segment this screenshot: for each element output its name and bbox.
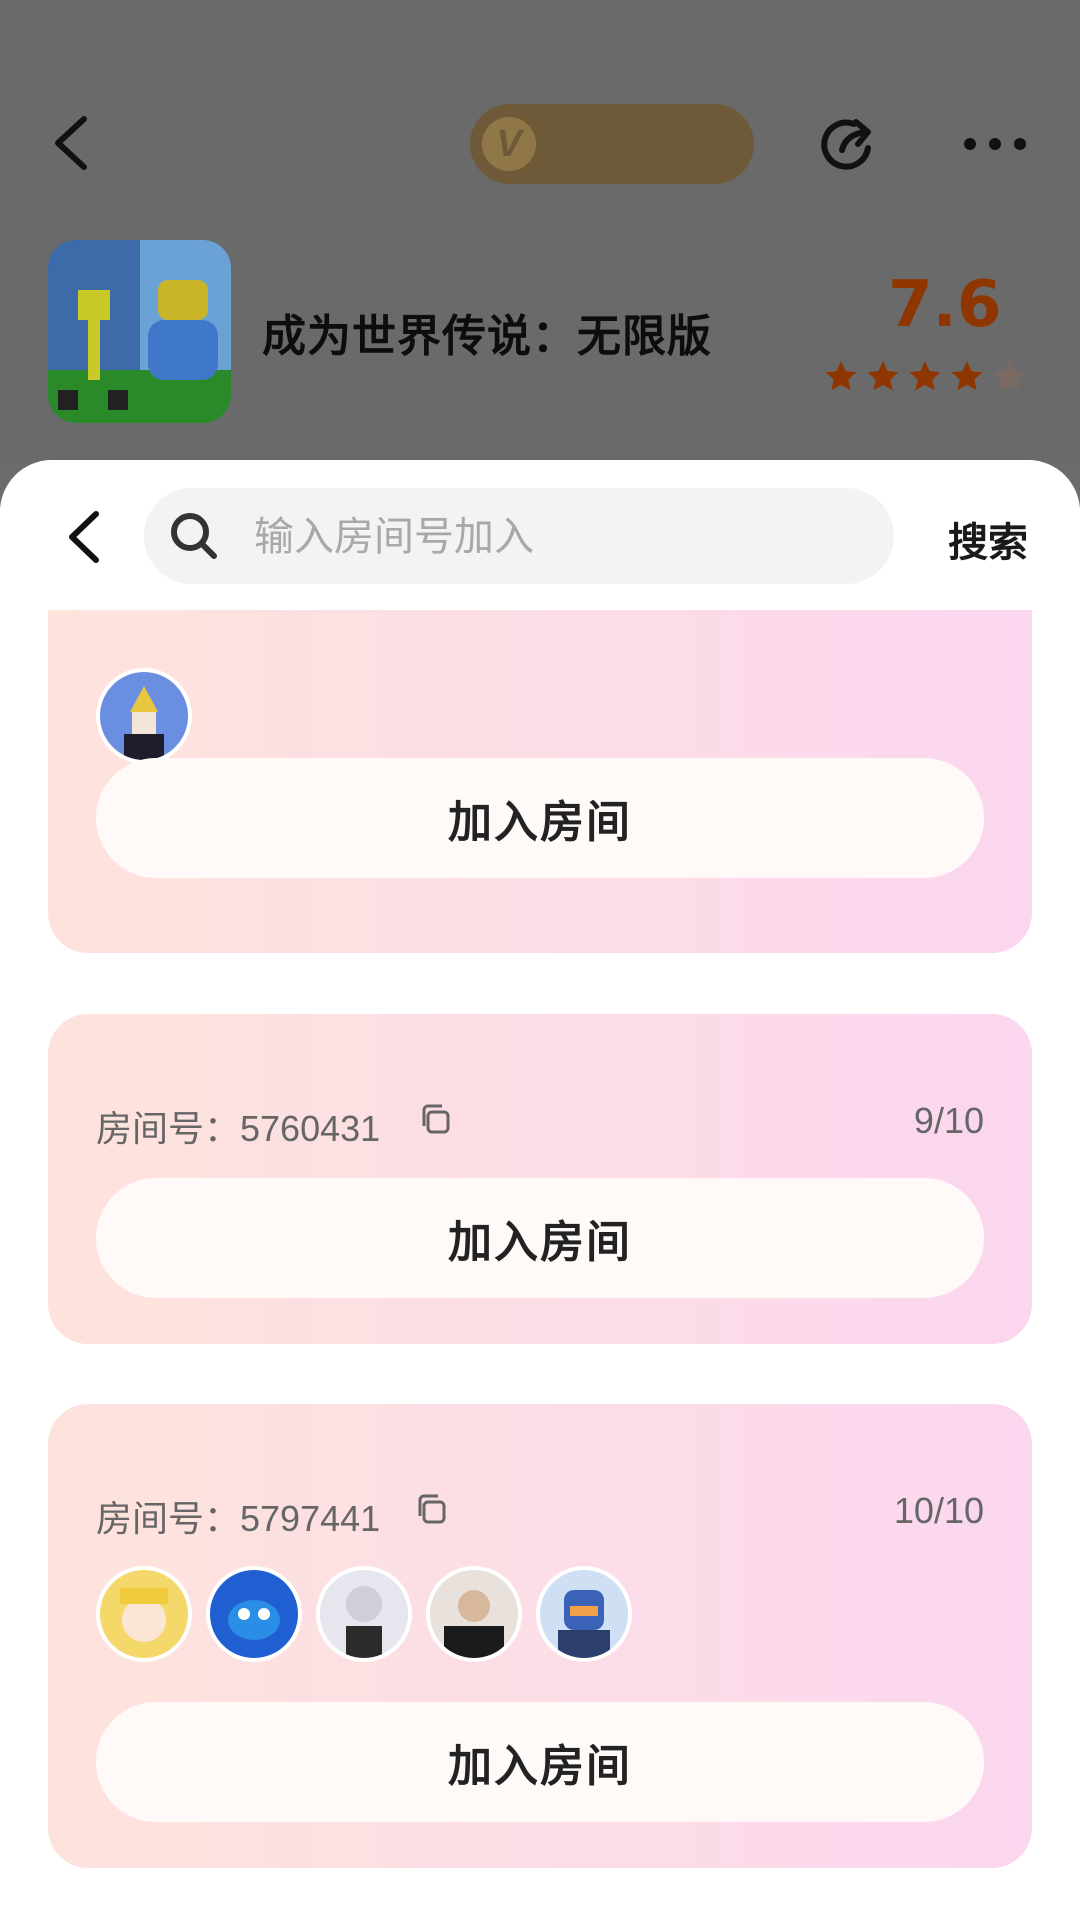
member-avatars (96, 668, 192, 764)
avatar (316, 1566, 412, 1662)
member-count: 10/10 (893, 1490, 984, 1531)
copy-icon[interactable] (414, 1492, 448, 1526)
search-box[interactable] (144, 488, 894, 586)
room-card: 加入房间 (48, 610, 1032, 953)
game-cover-image (48, 240, 231, 423)
room-sheet: 搜索 加入房间 房间号：5760431 (0, 460, 1080, 1920)
join-room-button[interactable]: 加入房间 (96, 1702, 984, 1822)
game-header: V 成为世界传说：无限版 7.6 (0, 0, 1080, 462)
game-title: 成为世界传说：无限版 (262, 312, 712, 361)
avatar (536, 1566, 632, 1662)
star-icon (825, 361, 857, 391)
member-avatars (96, 1566, 632, 1662)
room-number-input[interactable] (252, 488, 856, 586)
join-room-button[interactable]: 加入房间 (96, 1178, 984, 1298)
share-icon[interactable] (820, 114, 882, 176)
more-options-icon[interactable] (962, 126, 1028, 162)
star-half-icon (993, 361, 1025, 391)
join-room-button[interactable]: 加入房间 (96, 758, 984, 878)
room-card: 房间号：5797441 10/10 加入房间 (48, 1404, 1032, 1868)
search-icon (171, 513, 217, 559)
avatar (96, 1566, 192, 1662)
rating-stars (822, 358, 1028, 396)
star-icon (909, 361, 941, 391)
room-list[interactable]: 加入房间 房间号：5760431 9/10 加入房间 房间号：5797441 1… (0, 610, 1080, 1920)
rating-score: 7.6 (888, 268, 1002, 342)
back-arrow-icon[interactable] (50, 115, 92, 171)
member-count: 9/10 (913, 1100, 984, 1141)
room-number: 房间号：5797441 (96, 1498, 381, 1539)
room-card: 房间号：5760431 9/10 加入房间 (48, 1014, 1032, 1344)
avatar (96, 668, 192, 764)
search-button[interactable]: 搜索 (948, 510, 1028, 568)
avatar (426, 1566, 522, 1662)
vip-banner[interactable]: V (470, 104, 754, 184)
copy-icon[interactable] (418, 1102, 452, 1136)
back-arrow-icon[interactable] (64, 510, 104, 564)
star-icon (951, 361, 983, 391)
vip-badge-icon: V (482, 117, 536, 171)
star-icon (867, 361, 899, 391)
search-bar: 搜索 (0, 460, 1080, 610)
room-number: 房间号：5760431 (96, 1108, 381, 1149)
avatar (206, 1566, 302, 1662)
